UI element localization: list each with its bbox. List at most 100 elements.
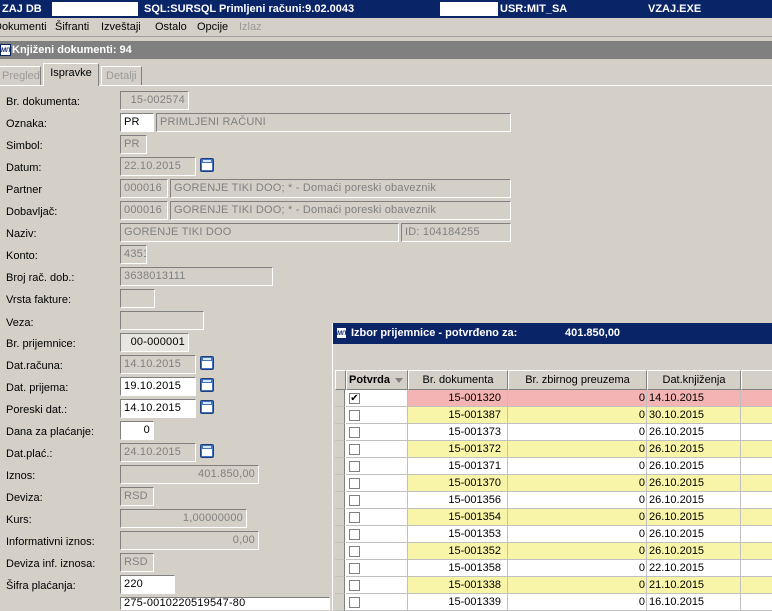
table-row[interactable]: 15-001354 0 26.10.2015 xyxy=(335,509,772,526)
racun-field[interactable]: 275-0010220519547-80 xyxy=(120,597,330,610)
potvrda-checkbox[interactable] xyxy=(349,478,360,489)
table-row[interactable]: 15-001370 0 26.10.2015 xyxy=(335,475,772,492)
menu-opcije[interactable]: Opcije xyxy=(197,21,228,33)
table-row[interactable]: ✔ 15-001320 0 14.10.2015 xyxy=(335,390,772,407)
potvrda-cell xyxy=(346,458,408,475)
table-row[interactable]: 15-001372 0 26.10.2015 xyxy=(335,441,772,458)
calendar-icon[interactable] xyxy=(200,400,214,414)
potvrda-checkbox[interactable] xyxy=(349,546,360,557)
column-header-dat-knjizenja[interactable]: Dat.knjiženja xyxy=(647,370,741,390)
label-sifra-placanja: Šifra plaćanja: xyxy=(6,580,76,592)
column-header-br-dokumenta[interactable]: Br. dokumenta xyxy=(408,370,508,390)
tab-detalji[interactable]: Detalji xyxy=(101,66,142,86)
table-row[interactable]: 15-001352 0 26.10.2015 xyxy=(335,543,772,560)
table-row[interactable]: 15-001353 0 26.10.2015 xyxy=(335,526,772,543)
row-selector[interactable] xyxy=(335,594,345,611)
br-dokumenta-cell: 15-001354 xyxy=(408,509,508,526)
sql-connection-info: SQL:SURSQL Primljeni računi:9.02.0043 xyxy=(144,3,355,15)
row-filler-cell xyxy=(741,560,772,577)
poreski-dat-field[interactable]: 14.10.2015 xyxy=(120,399,196,418)
table-row[interactable]: 15-001356 0 26.10.2015 xyxy=(335,492,772,509)
table-row[interactable]: 15-001373 0 26.10.2015 xyxy=(335,424,772,441)
grid-corner xyxy=(335,370,346,390)
menu-ostalo[interactable]: Ostalo xyxy=(155,21,187,33)
table-row[interactable]: 15-001387 0 30.10.2015 xyxy=(335,407,772,424)
row-filler-cell xyxy=(741,407,772,424)
potvrda-checkbox[interactable] xyxy=(349,410,360,421)
row-selector[interactable] xyxy=(335,492,345,509)
br-zbirnog-preuzema-cell: 0 xyxy=(508,407,647,424)
menu-sifranti[interactable]: Šifranti xyxy=(55,21,89,33)
row-selector[interactable] xyxy=(335,424,345,441)
label-broj-rac-dob: Broj rač. dob.: xyxy=(6,272,75,284)
calendar-icon[interactable] xyxy=(200,378,214,392)
br-dokumenta-cell: 15-001371 xyxy=(408,458,508,475)
label-naziv: Naziv: xyxy=(6,228,37,240)
br-dokumenta-cell: 15-001370 xyxy=(408,475,508,492)
table-row[interactable]: 15-001338 0 21.10.2015 xyxy=(335,577,772,594)
br-dokumenta-cell: 15-001387 xyxy=(408,407,508,424)
dana-za-placanje-field[interactable]: 0 xyxy=(120,421,154,440)
table-row[interactable]: 15-001358 0 22.10.2015 xyxy=(335,560,772,577)
br-dokumenta-cell: 15-001339 xyxy=(408,594,508,611)
tab-strip: Pregled Ispravke Detalji xyxy=(0,63,772,86)
potvrda-checkbox[interactable] xyxy=(349,495,360,506)
sifra-placanja-field[interactable]: 220 xyxy=(120,575,175,594)
potvrda-checkbox[interactable] xyxy=(349,597,360,608)
br-dokumenta-cell: 15-001358 xyxy=(408,560,508,577)
potvrda-checkbox[interactable] xyxy=(349,427,360,438)
br-dokumenta-field: 15-002574 xyxy=(120,91,189,110)
potvrda-cell xyxy=(346,441,408,458)
column-header-potvrda[interactable]: Potvrda xyxy=(346,370,408,390)
dobavljac-name-field: GORENJE TIKI DOO; * - Domaći poreski oba… xyxy=(170,201,511,220)
label-simbol: Simbol: xyxy=(6,140,43,152)
potvrda-cell: ✔ xyxy=(346,390,408,407)
potvrda-checkbox[interactable] xyxy=(349,444,360,455)
potvrda-checkbox[interactable] xyxy=(349,529,360,540)
row-filler-cell xyxy=(741,441,772,458)
dat-knjizenja-cell: 26.10.2015 xyxy=(647,509,741,526)
column-header-br-zbirnog-preuzema[interactable]: Br. zbirnog preuzema xyxy=(508,370,647,390)
tab-pregled[interactable]: Pregled xyxy=(0,66,41,86)
table-row[interactable]: 15-001339 0 16.10.2015 xyxy=(335,594,772,611)
checkmark-icon: ✔ xyxy=(350,393,359,404)
label-br-dokumenta: Br. dokumenta: xyxy=(6,96,80,108)
calendar-icon[interactable] xyxy=(200,158,214,172)
row-selector[interactable] xyxy=(335,458,345,475)
calendar-icon[interactable] xyxy=(200,444,214,458)
menu-izlaz[interactable]: Izlaz xyxy=(239,21,262,33)
kurs-field: 1,00000000 xyxy=(120,509,247,528)
table-row[interactable]: 15-001371 0 26.10.2015 xyxy=(335,458,772,475)
row-selector[interactable] xyxy=(335,475,345,492)
br-zbirnog-preuzema-cell: 0 xyxy=(508,390,647,407)
potvrda-cell xyxy=(346,526,408,543)
potvrda-checkbox[interactable] xyxy=(349,580,360,591)
potvrda-checkbox[interactable] xyxy=(349,461,360,472)
user-info: USR:MIT_SA xyxy=(500,3,568,15)
row-selector[interactable] xyxy=(335,560,345,577)
row-selector[interactable] xyxy=(335,441,345,458)
menu-izvestaji[interactable]: Izveštaji xyxy=(101,21,141,33)
potvrda-checkbox[interactable] xyxy=(349,512,360,523)
potvrda-cell xyxy=(346,577,408,594)
row-selector[interactable] xyxy=(335,407,345,424)
menu-dokumenti[interactable]: Dokumenti xyxy=(0,21,47,33)
vrsta-fakture-field xyxy=(120,289,155,308)
row-selector[interactable] xyxy=(335,577,345,594)
br-prijemnice-field[interactable]: 00-000001 xyxy=(120,333,189,352)
oznaka-code-field[interactable]: PR xyxy=(120,113,154,132)
potvrda-cell xyxy=(346,560,408,577)
menu-bar: Dokumenti Šifranti Izveštaji Ostalo Opci… xyxy=(0,18,772,37)
calendar-icon[interactable] xyxy=(200,356,214,370)
deviza-field: RSD xyxy=(120,487,154,506)
dat-prijema-field[interactable]: 19.10.2015 xyxy=(120,377,196,396)
row-selector[interactable] xyxy=(335,509,345,526)
label-dana-za-placanje: Dana za plaćanje: xyxy=(6,426,95,438)
row-selector[interactable] xyxy=(335,526,345,543)
row-selector[interactable] xyxy=(335,390,345,407)
potvrda-checkbox[interactable] xyxy=(349,563,360,574)
row-selector[interactable] xyxy=(335,543,345,560)
dat-knjizenja-cell: 22.10.2015 xyxy=(647,560,741,577)
tab-ispravke[interactable]: Ispravke xyxy=(43,63,99,86)
potvrda-checkbox[interactable]: ✔ xyxy=(349,393,360,404)
